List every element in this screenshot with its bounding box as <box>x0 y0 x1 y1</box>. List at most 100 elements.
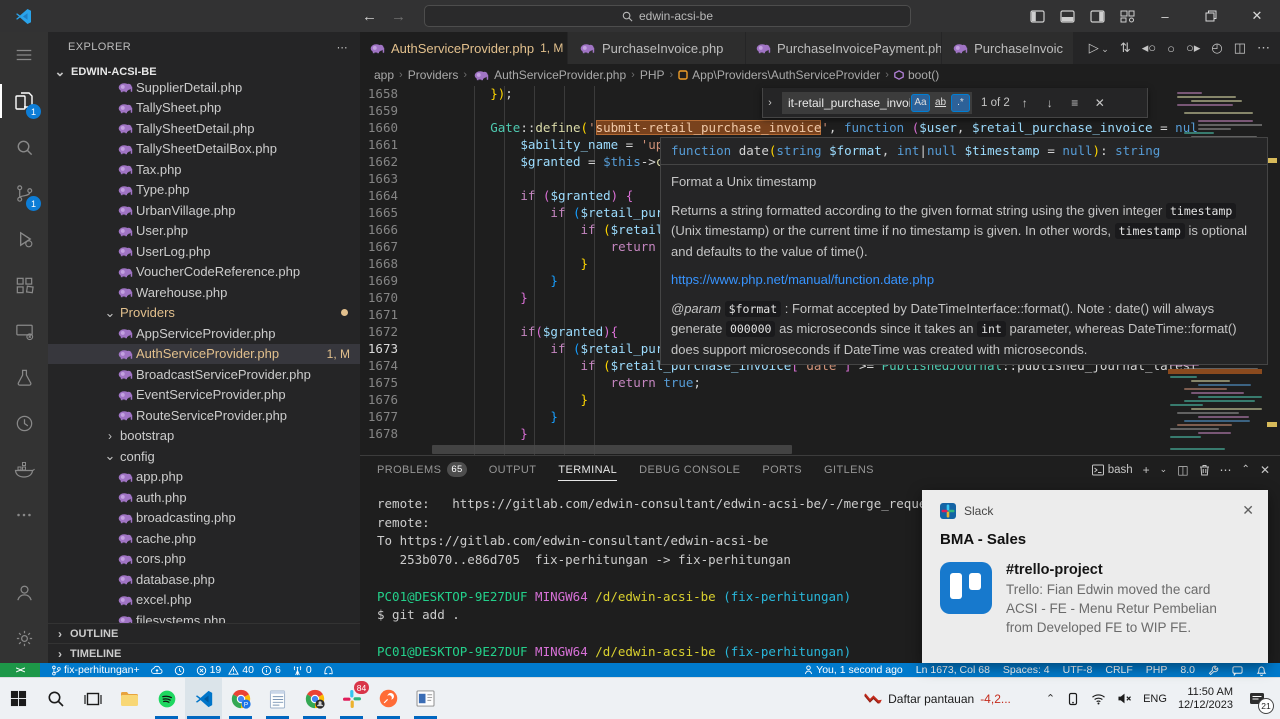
explorer-icon[interactable]: 1 <box>0 78 48 124</box>
file-tree-item[interactable]: TallySheetDetailBox.php <box>48 139 360 160</box>
panel-tab[interactable]: OUTPUT <box>489 456 537 483</box>
toggle-replace-icon[interactable]: › <box>763 97 777 109</box>
file-tree-item[interactable]: broadcasting.php <box>48 508 360 529</box>
search-icon[interactable] <box>0 124 48 170</box>
kill-terminal-icon[interactable] <box>1199 464 1210 476</box>
split-terminal-icon[interactable]: ◫ <box>1177 463 1188 477</box>
encoding-status[interactable]: UTF-8 <box>1063 664 1093 676</box>
volume-muted-tray-icon[interactable] <box>1117 692 1132 705</box>
find-in-selection-icon[interactable]: ≡ <box>1065 93 1085 113</box>
breadcrumbs[interactable]: app›Providers›AuthServiceProvider.php›PH… <box>360 64 1280 86</box>
file-tree-item[interactable]: app.php <box>48 467 360 488</box>
breadcrumb-item[interactable]: AuthServiceProvider.php <box>472 68 626 82</box>
testing-icon[interactable] <box>0 354 48 400</box>
file-tree-item[interactable]: Warehouse.php <box>48 282 360 303</box>
toggle-sidebar-icon[interactable] <box>1022 0 1052 32</box>
editor-tab[interactable]: PurchaseInvoic <box>942 32 1074 64</box>
gitlens-blame[interactable]: You, 1 second ago <box>804 664 903 676</box>
nav-forward-icon[interactable]: → <box>391 8 406 25</box>
toggle-secondary-sidebar-icon[interactable] <box>1082 0 1112 32</box>
chrome-profile1-button[interactable]: P <box>222 678 259 719</box>
panel-tab[interactable]: DEBUG CONSOLE <box>639 456 740 483</box>
file-tree-item[interactable]: auth.php <box>48 487 360 508</box>
editor-tab[interactable]: AuthServiceProvider.php1, M✕ <box>360 32 568 64</box>
code-line[interactable]: 1675 return true; <box>360 375 1280 392</box>
extension-status-icon[interactable] <box>323 665 334 676</box>
code-line[interactable]: 1678 } <box>360 426 1280 443</box>
gitlens-icon[interactable] <box>0 400 48 446</box>
your-phone-tray-icon[interactable] <box>1066 692 1080 706</box>
file-tree-item[interactable]: excel.php <box>48 590 360 611</box>
maximize-panel-icon[interactable]: ⌃ <box>1242 464 1250 475</box>
news-and-interests[interactable]: Daftar pantauan -4,2... <box>864 692 1011 706</box>
toggle-panel-icon[interactable] <box>1052 0 1082 32</box>
start-button[interactable] <box>0 678 37 719</box>
gitlens-status-icon[interactable] <box>174 665 185 676</box>
next-match-icon[interactable]: ↓ <box>1040 93 1060 113</box>
slack-notification-toast[interactable]: Slack ✕ BMA - Sales #trello-project Trel… <box>922 490 1268 663</box>
source-control-icon[interactable]: 1 <box>0 170 48 216</box>
wifi-tray-icon[interactable] <box>1091 693 1106 705</box>
action-center-button[interactable]: 21 <box>1244 686 1270 712</box>
folder-tree-item[interactable]: ⌄config <box>48 446 360 467</box>
breadcrumb-item[interactable]: boot() <box>894 68 939 82</box>
outline-section[interactable]: ›OUTLINE <box>48 623 360 643</box>
terminal-dropdown-icon[interactable]: ⌄ <box>1160 464 1168 475</box>
task-view-button[interactable] <box>74 678 111 719</box>
breadcrumb-item[interactable]: App\Providers\AuthServiceProvider <box>678 68 880 82</box>
file-tree-item[interactable]: EventServiceProvider.php <box>48 385 360 406</box>
indentation-status[interactable]: Spaces: 4 <box>1003 664 1050 676</box>
spotify-button[interactable] <box>148 678 185 719</box>
notepad-button[interactable] <box>259 678 296 719</box>
vscode-taskbar-button[interactable] <box>185 678 222 719</box>
file-tree-item[interactable]: BroadcastServiceProvider.php <box>48 364 360 385</box>
open-changes-icon[interactable]: ⇅ <box>1120 40 1131 56</box>
current-change-icon[interactable]: ○ <box>1167 41 1175 56</box>
file-tree-item[interactable]: Tax.php <box>48 159 360 180</box>
editor-tab[interactable]: PurchaseInvoicePayment.php <box>746 32 942 64</box>
code-line[interactable]: 1677 } <box>360 409 1280 426</box>
panel-tab[interactable]: GITLENS <box>824 456 874 483</box>
customize-layout-icon[interactable] <box>1112 0 1142 32</box>
sync-changes-button[interactable] <box>151 665 163 675</box>
wrench-icon[interactable] <box>1208 665 1219 676</box>
notifications-bell-icon[interactable] <box>1256 665 1267 676</box>
breadcrumb-item[interactable]: app <box>374 68 394 82</box>
slack-taskbar-button[interactable]: 84 <box>333 678 370 719</box>
explorer-more-actions-icon[interactable]: ⋯ <box>337 41 348 54</box>
panel-tab[interactable]: TERMINAL <box>558 456 617 483</box>
file-tree-item[interactable]: User.php <box>48 221 360 242</box>
docker-icon[interactable] <box>0 446 48 492</box>
find-input[interactable] <box>788 96 910 110</box>
postman-button[interactable] <box>370 678 407 719</box>
file-tree-item[interactable]: UserLog.php <box>48 241 360 262</box>
media-app-button[interactable] <box>407 678 444 719</box>
close-panel-icon[interactable]: ✕ <box>1260 463 1270 477</box>
panel-tab[interactable]: PROBLEMS65 <box>377 456 467 483</box>
cursor-position[interactable]: Ln 1673, Col 68 <box>916 664 990 676</box>
nav-back-icon[interactable]: ← <box>362 8 377 25</box>
file-tree-item[interactable]: AuthServiceProvider.php1, M <box>48 344 360 365</box>
previous-change-icon[interactable]: ◂○ <box>1142 40 1156 56</box>
file-tree-item[interactable]: RouteServiceProvider.php <box>48 405 360 426</box>
folder-tree-item[interactable]: ⌄Providers <box>48 303 360 324</box>
new-terminal-icon[interactable]: + <box>1143 463 1150 477</box>
file-tree-item[interactable]: TallySheet.php <box>48 98 360 119</box>
remote-explorer-icon[interactable] <box>0 308 48 354</box>
remote-indicator[interactable]: >< <box>0 663 40 677</box>
chrome-profile2-button[interactable] <box>296 678 333 719</box>
file-history-icon[interactable]: ◴ <box>1211 40 1222 56</box>
file-tree-item[interactable]: cors.php <box>48 549 360 570</box>
breadcrumb-item[interactable]: PHP <box>640 68 665 82</box>
extensions-icon[interactable] <box>0 262 48 308</box>
git-branch-status[interactable]: fix-perhitungan+ <box>51 664 140 676</box>
ports-status[interactable]: 0 <box>292 664 312 676</box>
code-line[interactable]: 1676 } <box>360 392 1280 409</box>
feedback-icon[interactable] <box>1232 665 1243 676</box>
panel-tab[interactable]: PORTS <box>762 456 802 483</box>
horizontal-scrollbar[interactable] <box>432 445 792 454</box>
keyboard-language[interactable]: ENG <box>1143 693 1167 705</box>
clock[interactable]: 11:50 AM 12/12/2023 <box>1178 686 1233 712</box>
file-tree-item[interactable]: Type.php <box>48 180 360 201</box>
file-tree-item[interactable]: VoucherCodeReference.php <box>48 262 360 283</box>
